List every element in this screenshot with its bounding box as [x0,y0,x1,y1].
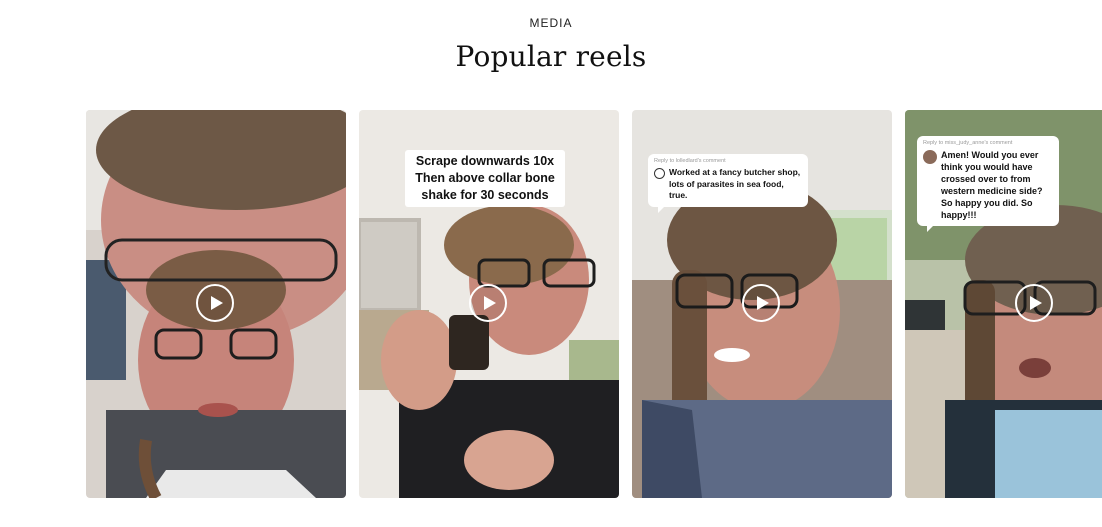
play-icon [484,296,496,310]
play-icon [757,296,769,310]
play-button-2[interactable] [469,284,507,322]
reel-caption: Scrape downwards 10x Then above collar b… [405,150,565,207]
play-icon [1030,296,1042,310]
play-icon [211,296,223,310]
comment-text: Worked at a fancy butcher shop, lots of … [669,167,801,200]
reels-carousel[interactable]: Scrape downwards 10x Then above collar b… [86,110,1102,498]
commenter-avatar-icon [923,150,937,164]
reply-to-label: Reply to lolledlard's comment [654,158,726,164]
play-button-3[interactable] [742,284,780,322]
section-eyebrow: MEDIA [529,16,573,30]
section-title: Popular reels [455,40,647,73]
reel-comment-bubble: Reply to miss_judy_anne's comment Amen! … [917,136,1059,232]
comment-text: Amen! Would you ever think you would hav… [941,150,1043,220]
reel-card-1[interactable] [86,110,346,498]
commenter-avatar-icon [654,168,665,179]
reel-comment-bubble: Reply to lolledlard's comment Worked at … [648,154,808,212]
play-button-4[interactable] [1015,284,1053,322]
play-button-1[interactable] [196,284,234,322]
reel-card-2[interactable]: Scrape downwards 10x Then above collar b… [359,110,619,498]
popular-reels-section: MEDIA Popular reels Scrape downwards 10x… [0,0,1102,527]
reel-card-3[interactable]: Reply to lolledlard's comment Worked at … [632,110,892,498]
reply-to-label: Reply to miss_judy_anne's comment [923,140,1013,146]
reel-card-4[interactable]: Reply to miss_judy_anne's comment Amen! … [905,110,1102,498]
